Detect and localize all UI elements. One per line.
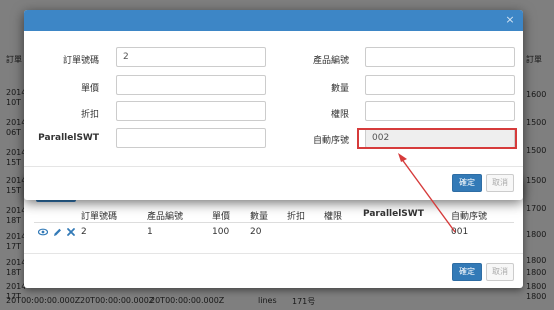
- cell-product-code: 1: [147, 227, 153, 237]
- label-quantity: 數量: [330, 84, 349, 94]
- label-product-code: 產品編號: [312, 56, 349, 66]
- column-header-permission: 權限: [324, 212, 343, 222]
- column-header-quantity: 數量: [250, 212, 269, 222]
- cell-order-no: 2: [81, 227, 87, 237]
- label-unit-price: 單價: [80, 84, 99, 94]
- label-order-no: 訂單號碼: [62, 56, 99, 66]
- cell-auto-serial: 001: [451, 227, 469, 237]
- label-auto-serial: 自動序號: [312, 136, 349, 146]
- column-header-unit-price: 單價: [212, 212, 231, 222]
- product-code-input[interactable]: [365, 47, 515, 67]
- cancel-button[interactable]: 取消: [486, 174, 514, 192]
- modal-header: [24, 10, 523, 31]
- label-permission: 權限: [330, 110, 349, 120]
- header-divider: [34, 222, 514, 223]
- footer-divider: [24, 166, 523, 167]
- cell-quantity: 20: [250, 227, 262, 237]
- discount-input[interactable]: [116, 101, 266, 121]
- label-parallel-swt: ParallelSWT: [38, 133, 99, 143]
- confirm-button[interactable]: 確定: [452, 174, 482, 192]
- delete-button[interactable]: [66, 226, 76, 238]
- unit-price-input[interactable]: [116, 75, 266, 95]
- close-icon: ×: [505, 13, 515, 26]
- permission-input[interactable]: [365, 101, 515, 121]
- label-discount: 折扣: [80, 110, 99, 120]
- delete-x-icon: [67, 228, 75, 236]
- confirm-button[interactable]: 確定: [452, 263, 482, 281]
- column-header-auto-serial: 自動序號: [451, 212, 488, 222]
- cell-unit-price: 100: [212, 227, 230, 237]
- column-header-product-code: 產品編號: [147, 212, 184, 222]
- annotation-highlight-box: [357, 128, 517, 149]
- column-header-parallel-swt: ParallelSWT: [363, 209, 424, 219]
- cancel-button[interactable]: 取消: [486, 263, 514, 281]
- column-header-discount: 折扣: [287, 212, 306, 222]
- edit-button[interactable]: [52, 226, 62, 238]
- pencil-icon: [54, 228, 61, 236]
- view-button[interactable]: [37, 226, 49, 238]
- order-no-input[interactable]: 2: [116, 47, 266, 67]
- eye-icon: [37, 228, 49, 236]
- edit-record-modal: × 訂單號碼 2 產品編號 單價 數量 折扣 權限 ParallelSWT 自動…: [24, 10, 523, 200]
- quantity-input[interactable]: [365, 75, 515, 95]
- footer-divider: [24, 253, 523, 254]
- close-button[interactable]: ×: [503, 13, 517, 27]
- column-header-order-no: 訂單號碼: [81, 212, 118, 222]
- parallel-swt-input[interactable]: [116, 128, 266, 148]
